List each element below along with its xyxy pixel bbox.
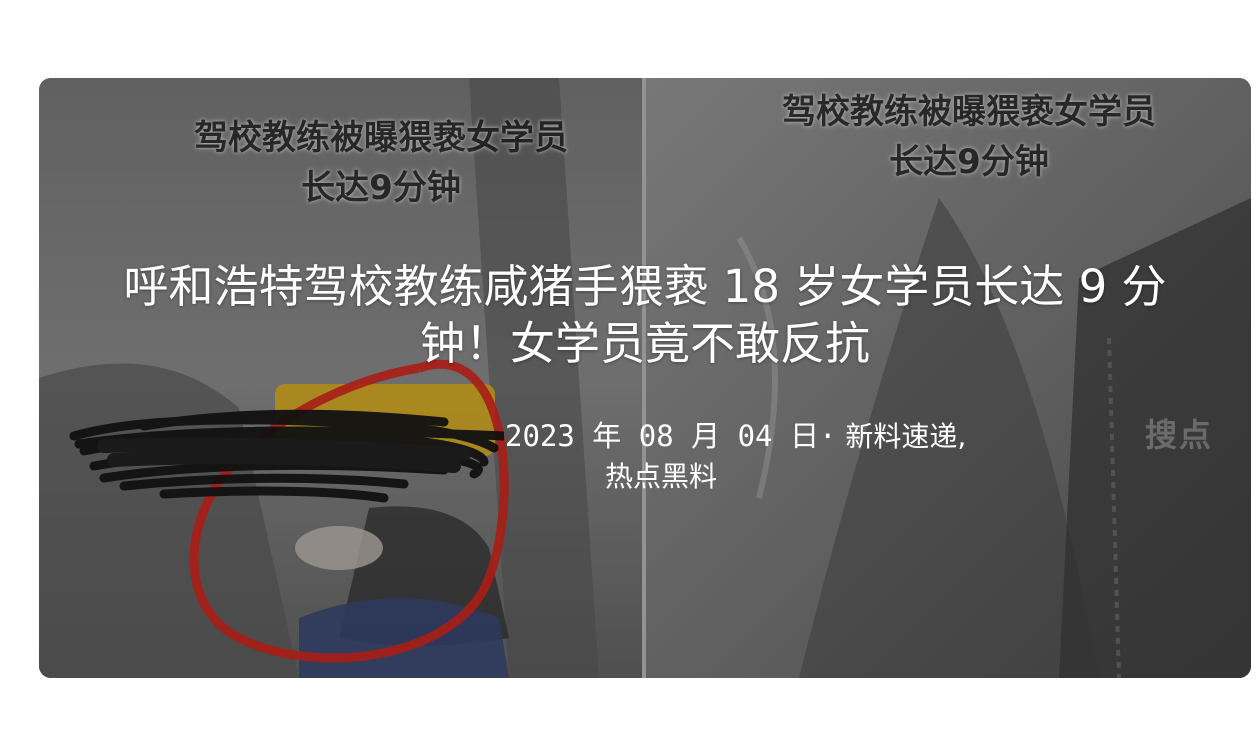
post-card[interactable]: 驾校教练被曝猥亵女学员 长达9分钟 驾校教练被曝猥亵女学员 长达9分钟 搜点 呼… xyxy=(39,78,1251,678)
post-date: 2023 年 08 月 04 日· xyxy=(505,419,837,453)
post-title[interactable]: 呼和浩特驾校教练咸猪手猥亵 18 岁女学员长达 9 分钟！女学员竟不敢反抗 xyxy=(85,258,1205,372)
redaction-scribble xyxy=(69,409,504,503)
post-meta: 2023 年 08 月 04 日· 新料速递, 热点黑料 xyxy=(505,416,1205,497)
post-title-container: 呼和浩特驾校教练咸猪手猥亵 18 岁女学员长达 9 分钟！女学员竟不敢反抗 xyxy=(39,258,1251,372)
category-link-xinliao[interactable]: 新料速递, xyxy=(845,420,966,453)
thumbnail-overlay xyxy=(39,78,1251,678)
category-link-redian[interactable]: 热点黑料 xyxy=(605,460,717,493)
